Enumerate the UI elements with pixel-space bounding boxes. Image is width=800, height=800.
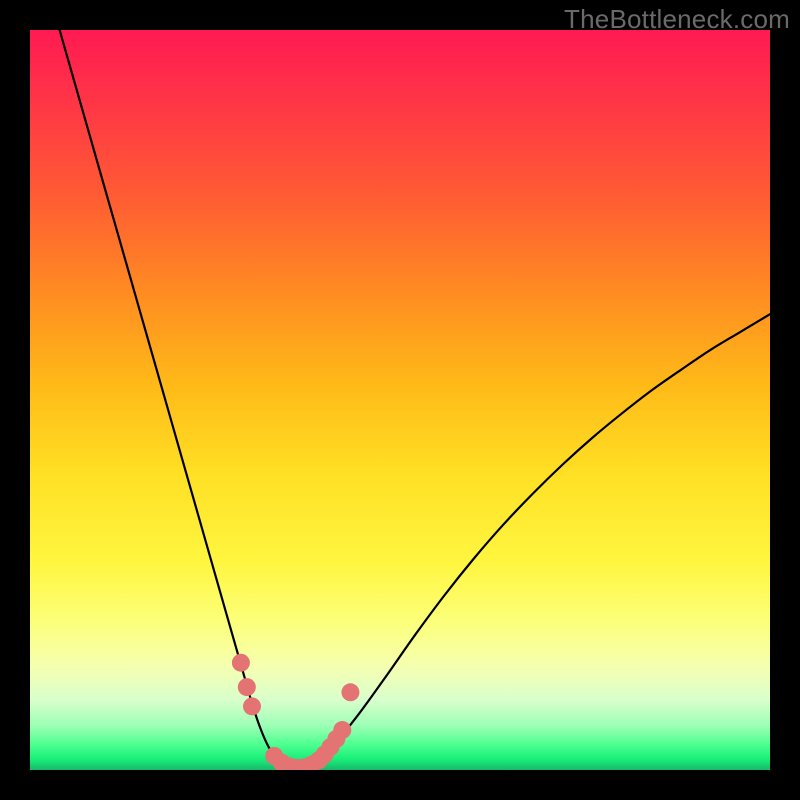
gradient-background <box>30 30 770 770</box>
chart-frame: TheBottleneck.com <box>0 0 800 800</box>
curve-marker <box>232 654 250 672</box>
curve-marker <box>333 721 351 739</box>
plot-area <box>30 30 770 770</box>
chart-svg <box>30 30 770 770</box>
curve-marker <box>238 678 256 696</box>
curve-marker <box>243 697 261 715</box>
watermark-text: TheBottleneck.com <box>564 4 790 35</box>
curve-marker <box>341 683 359 701</box>
